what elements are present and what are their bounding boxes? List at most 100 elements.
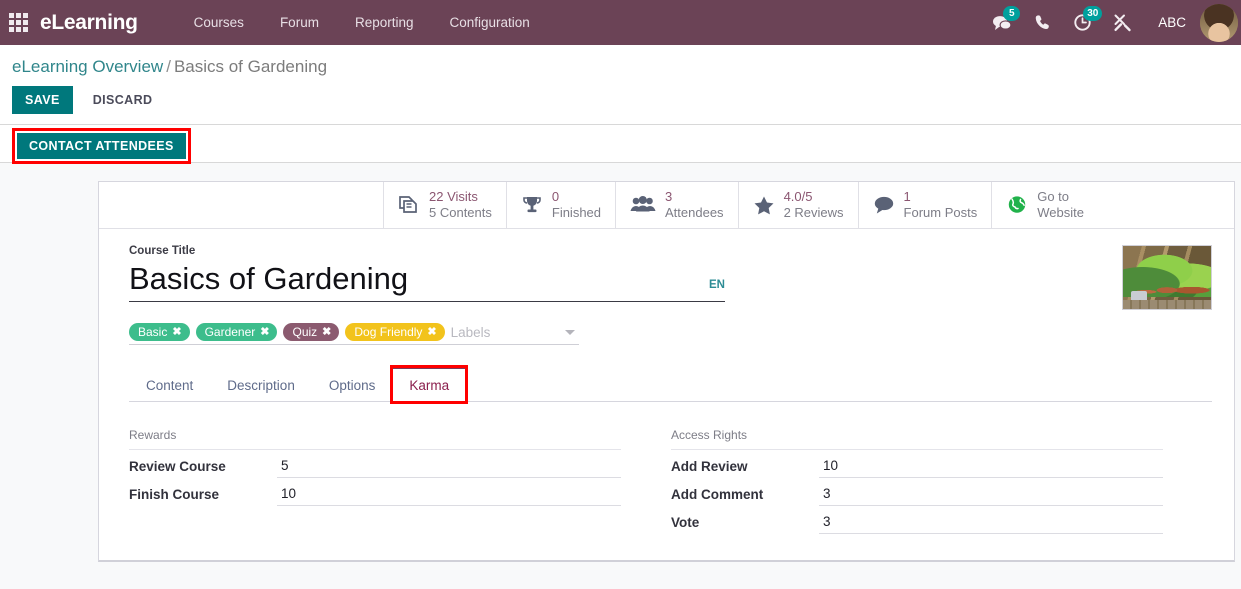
tag-label: Quiz (292, 325, 318, 339)
stat-text: 3 Attendees (665, 189, 724, 222)
app-brand-elearning[interactable]: eLearning (40, 11, 138, 35)
stat-value: 3 (665, 188, 673, 204)
field-row-vote: Vote 3 (671, 514, 1163, 534)
user-avatar[interactable] (1200, 3, 1238, 42)
stat-value: 22 Visits (429, 188, 478, 204)
tag-quiz[interactable]: Quiz ✖ (283, 323, 340, 341)
tab-content[interactable]: Content (129, 367, 210, 402)
form-sheet-wrapper: 22 Visits 5 Contents 0 Finished 3 Attend… (0, 163, 1241, 562)
course-form-sheet: 22 Visits 5 Contents 0 Finished 3 Attend… (98, 181, 1235, 562)
karma-tab-panel: Rewards Review Course 5 Finish Course 10… (129, 428, 1212, 534)
stat-bar-spacer (99, 182, 384, 228)
stat-button-attendees[interactable]: 3 Attendees (616, 182, 739, 228)
tag-basic[interactable]: Basic ✖ (129, 323, 190, 341)
stat-value: 1 (903, 188, 911, 204)
course-title-block: Course Title Basics of Gardening EN (129, 245, 725, 310)
finish-course-input[interactable]: 10 (277, 486, 621, 506)
add-comment-input[interactable]: 3 (819, 486, 1163, 506)
stat-button-finished[interactable]: 0 Finished (507, 182, 617, 228)
object-button-bar: CONTACT ATTENDEES (0, 125, 1241, 164)
field-label: Add Review (671, 459, 748, 474)
tab-karma[interactable]: Karma (390, 365, 469, 404)
field-row-add-comment: Add Comment 3 (671, 486, 1163, 506)
activities-badge: 30 (1083, 6, 1103, 21)
language-selector[interactable]: EN (709, 279, 725, 299)
menu-item-forum[interactable]: Forum (262, 0, 337, 45)
field-label: Vote (671, 515, 700, 530)
tab-description[interactable]: Description (210, 367, 312, 402)
tag-gardener[interactable]: Gardener ✖ (195, 323, 278, 341)
trophy-icon (521, 195, 543, 215)
tab-options[interactable]: Options (312, 367, 393, 402)
tag-label: Dog Friendly (354, 325, 423, 339)
stat-button-go-to-website[interactable]: Go to Website (992, 182, 1098, 228)
stat-label: Finished (551, 205, 602, 220)
field-label: Finish Course (129, 487, 220, 502)
stat-label: 2 Reviews (783, 205, 844, 220)
stat-value: 4.0/5 (783, 188, 813, 204)
access-rights-group-title: Access Rights (671, 428, 1163, 450)
phone-icon[interactable] (1022, 0, 1062, 45)
stat-text: 1 Forum Posts (904, 189, 978, 222)
messages-badge: 5 (1003, 6, 1021, 21)
tag-remove-icon[interactable]: ✖ (322, 326, 331, 338)
breadcrumb-bar: eLearning Overview / Basics of Gardening (0, 45, 1241, 77)
stat-text: 4.0/5 2 Reviews (784, 189, 844, 222)
rewards-group: Rewards Review Course 5 Finish Course 10 (129, 428, 621, 534)
tag-label: Basic (138, 325, 168, 339)
stat-text: Go to Website (1037, 189, 1084, 222)
field-row-review-course: Review Course 5 (129, 458, 621, 478)
contact-attendees-button[interactable]: CONTACT ATTENDEES (12, 128, 191, 164)
activities-clock-icon[interactable]: 30 (1062, 0, 1103, 45)
field-row-finish-course: Finish Course 10 (129, 486, 621, 506)
stat-button-reviews[interactable]: 4.0/5 2 Reviews (739, 182, 859, 228)
attendees-people-icon (630, 195, 656, 215)
form-body: Course Title Basics of Gardening EN Basi… (99, 229, 1234, 560)
breadcrumb-current: Basics of Gardening (173, 57, 328, 76)
breadcrumb-separator: / (166, 57, 171, 76)
tag-remove-icon[interactable]: ✖ (427, 326, 436, 338)
apps-grid-icon[interactable] (6, 11, 30, 35)
top-navigation-bar: eLearning Courses Forum Reporting Config… (0, 0, 1241, 45)
discard-button[interactable]: DISCARD (83, 86, 163, 114)
stat-button-bar: 22 Visits 5 Contents 0 Finished 3 Attend… (99, 182, 1234, 229)
menu-item-reporting[interactable]: Reporting (337, 0, 432, 45)
menu-item-configuration[interactable]: Configuration (432, 0, 548, 45)
tools-icon[interactable] (1102, 0, 1142, 45)
systray: 5 30 ABC (982, 0, 1241, 45)
menu-item-courses[interactable]: Courses (176, 0, 262, 45)
stat-value: 0 (551, 188, 560, 204)
tag-remove-icon[interactable]: ✖ (172, 326, 181, 338)
course-tags-field[interactable]: Basic ✖ Gardener ✖ Quiz ✖ Dog Friendly ✖… (129, 323, 579, 345)
course-thumbnail-image[interactable] (1122, 245, 1212, 310)
title-and-thumbnail-row: Course Title Basics of Gardening EN (129, 245, 1212, 310)
comment-bubble-icon (873, 195, 895, 215)
breadcrumb-link-elearning-overview[interactable]: eLearning Overview (12, 57, 163, 76)
documents-copy-icon (398, 195, 420, 215)
messages-icon[interactable]: 5 (982, 0, 1022, 45)
tag-dog-friendly[interactable]: Dog Friendly ✖ (345, 323, 445, 341)
notebook-tabs: Content Description Options Karma (129, 365, 1212, 404)
tag-remove-icon[interactable]: ✖ (260, 326, 269, 338)
chevron-down-icon[interactable] (565, 329, 575, 335)
rewards-group-title: Rewards (129, 428, 621, 450)
vote-input[interactable]: 3 (819, 514, 1163, 534)
tags-input[interactable]: Labels (451, 325, 565, 340)
star-icon (753, 195, 775, 215)
stat-button-visits[interactable]: 22 Visits 5 Contents (384, 182, 507, 228)
field-label: Review Course (129, 459, 226, 474)
course-title-input[interactable]: Basics of Gardening (129, 259, 709, 299)
access-rights-group: Access Rights Add Review 10 Add Comment … (671, 428, 1163, 534)
stat-value: Go to (1037, 188, 1070, 204)
stat-text: 22 Visits 5 Contents (429, 189, 492, 222)
stat-label: Website (1037, 205, 1084, 220)
user-menu-name[interactable]: ABC (1142, 15, 1200, 30)
review-course-input[interactable]: 5 (277, 458, 621, 478)
course-title-label: Course Title (129, 245, 196, 257)
tag-label: Gardener (204, 325, 256, 339)
globe-icon (1006, 195, 1028, 215)
stat-button-forum-posts[interactable]: 1 Forum Posts (859, 182, 993, 228)
field-row-add-review: Add Review 10 (671, 458, 1163, 478)
add-review-input[interactable]: 10 (819, 458, 1163, 478)
save-button[interactable]: SAVE (12, 86, 73, 114)
